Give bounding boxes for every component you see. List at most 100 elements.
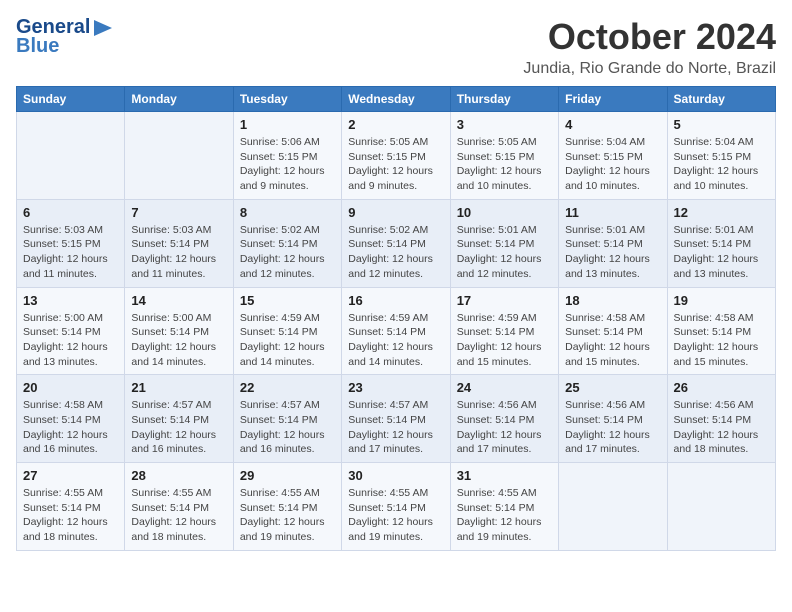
location-title: Jundia, Rio Grande do Norte, Brazil — [523, 60, 776, 78]
day-number: 10 — [457, 205, 552, 220]
calendar-week-row: 20 Sunrise: 4:58 AMSunset: 5:14 PMDayligh… — [17, 375, 776, 463]
calendar-cell: 11 Sunrise: 5:01 AMSunset: 5:14 PMDayligh… — [559, 199, 667, 287]
calendar-cell: 8Sunrise: 5:02 AMSunset: 5:14 PMDaylight… — [233, 199, 341, 287]
day-number: 22 — [240, 380, 335, 395]
day-info: Sunrise: 4:57 AMSunset: 5:14 PMDaylight:… — [131, 398, 226, 457]
day-number: 14 — [131, 293, 226, 308]
logo: General Blue — [16, 16, 114, 58]
day-info: Sunrise: 4:57 AMSunset: 5:14 PMDaylight:… — [240, 398, 335, 457]
day-number: 21 — [131, 380, 226, 395]
day-info: Sunrise: 4:59 AMSunset: 5:14 PMDaylight:… — [457, 311, 552, 370]
day-info: Sunrise: 4:55 AMSunset: 5:14 PMDaylight:… — [457, 486, 552, 545]
day-info: Sunrise: 4:56 AMSunset: 5:14 PMDaylight:… — [457, 398, 552, 457]
day-number: 23 — [348, 380, 443, 395]
day-number: 31 — [457, 468, 552, 483]
weekday-header: Saturday — [667, 87, 775, 112]
calendar-cell: 15 Sunrise: 4:59 AMSunset: 5:14 PMDayligh… — [233, 287, 341, 375]
weekday-header: Thursday — [450, 87, 558, 112]
calendar-cell: 5Sunrise: 5:04 AMSunset: 5:15 PMDaylight… — [667, 112, 775, 200]
calendar-cell: 28 Sunrise: 4:55 AMSunset: 5:14 PMDayligh… — [125, 463, 233, 551]
calendar-cell: 30 Sunrise: 4:55 AMSunset: 5:14 PMDayligh… — [342, 463, 450, 551]
day-number: 1 — [240, 117, 335, 132]
day-info: Sunrise: 4:59 AMSunset: 5:14 PMDaylight:… — [240, 311, 335, 370]
day-number: 7 — [131, 205, 226, 220]
calendar-table: SundayMondayTuesdayWednesdayThursdayFrid… — [16, 86, 776, 551]
weekday-header: Monday — [125, 87, 233, 112]
calendar-cell: 6 Sunrise: 5:03 AMSunset: 5:15 PMDaylight… — [17, 199, 125, 287]
day-info: Sunrise: 4:56 AMSunset: 5:14 PMDaylight:… — [674, 398, 769, 457]
calendar-week-row: 13 Sunrise: 5:00 AMSunset: 5:14 PMDayligh… — [17, 287, 776, 375]
day-number: 30 — [348, 468, 443, 483]
day-info: Sunrise: 4:58 AMSunset: 5:14 PMDaylight:… — [23, 398, 118, 457]
calendar-cell: 25 Sunrise: 4:56 AMSunset: 5:14 PMDayligh… — [559, 375, 667, 463]
page-header: General Blue October 2024 Jundia, Rio Gr… — [16, 16, 776, 78]
day-number: 9 — [348, 205, 443, 220]
weekday-header: Tuesday — [233, 87, 341, 112]
day-info: Sunrise: 4:55 AMSunset: 5:14 PMDaylight:… — [348, 486, 443, 545]
day-number: 15 — [240, 293, 335, 308]
day-info: Sunrise: 5:05 AMSunset: 5:15 PMDaylight:… — [348, 135, 443, 194]
day-number: 28 — [131, 468, 226, 483]
calendar-cell: 13 Sunrise: 5:00 AMSunset: 5:14 PMDayligh… — [17, 287, 125, 375]
calendar-cell: 29Sunrise: 4:55 AMSunset: 5:14 PMDayligh… — [233, 463, 341, 551]
weekday-header-row: SundayMondayTuesdayWednesdayThursdayFrid… — [17, 87, 776, 112]
day-info: Sunrise: 4:55 AMSunset: 5:14 PMDaylight:… — [240, 486, 335, 545]
calendar-cell: 22 Sunrise: 4:57 AMSunset: 5:14 PMDayligh… — [233, 375, 341, 463]
day-info: Sunrise: 4:56 AMSunset: 5:14 PMDaylight:… — [565, 398, 660, 457]
day-number: 12 — [674, 205, 769, 220]
calendar-cell: 31 Sunrise: 4:55 AMSunset: 5:14 PMDayligh… — [450, 463, 558, 551]
calendar-cell: 21 Sunrise: 4:57 AMSunset: 5:14 PMDayligh… — [125, 375, 233, 463]
weekday-header: Sunday — [17, 87, 125, 112]
day-info: Sunrise: 5:01 AMSunset: 5:14 PMDaylight:… — [674, 223, 769, 282]
calendar-cell: 27 Sunrise: 4:55 AMSunset: 5:14 PMDayligh… — [17, 463, 125, 551]
day-info: Sunrise: 4:58 AMSunset: 5:14 PMDaylight:… — [674, 311, 769, 370]
day-info: Sunrise: 5:01 AMSunset: 5:14 PMDaylight:… — [565, 223, 660, 282]
calendar-cell: 23Sunrise: 4:57 AMSunset: 5:14 PMDayligh… — [342, 375, 450, 463]
day-number: 27 — [23, 468, 118, 483]
calendar-cell: 16Sunrise: 4:59 AMSunset: 5:14 PMDayligh… — [342, 287, 450, 375]
day-number: 26 — [674, 380, 769, 395]
calendar-cell: 10Sunrise: 5:01 AMSunset: 5:14 PMDayligh… — [450, 199, 558, 287]
calendar-cell: 4Sunrise: 5:04 AMSunset: 5:15 PMDaylight… — [559, 112, 667, 200]
day-info: Sunrise: 5:03 AMSunset: 5:15 PMDaylight:… — [23, 223, 118, 282]
day-number: 11 — [565, 205, 660, 220]
day-info: Sunrise: 4:55 AMSunset: 5:14 PMDaylight:… — [23, 486, 118, 545]
day-info: Sunrise: 5:06 AMSunset: 5:15 PMDaylight:… — [240, 135, 335, 194]
day-number: 25 — [565, 380, 660, 395]
calendar-cell: 18Sunrise: 4:58 AMSunset: 5:14 PMDayligh… — [559, 287, 667, 375]
day-info: Sunrise: 4:58 AMSunset: 5:14 PMDaylight:… — [565, 311, 660, 370]
day-number: 16 — [348, 293, 443, 308]
calendar-cell — [559, 463, 667, 551]
day-number: 19 — [674, 293, 769, 308]
day-info: Sunrise: 5:00 AMSunset: 5:14 PMDaylight:… — [131, 311, 226, 370]
day-number: 17 — [457, 293, 552, 308]
day-number: 24 — [457, 380, 552, 395]
month-title: October 2024 — [523, 16, 776, 58]
calendar-cell — [667, 463, 775, 551]
day-number: 20 — [23, 380, 118, 395]
calendar-cell: 7Sunrise: 5:03 AMSunset: 5:14 PMDaylight… — [125, 199, 233, 287]
calendar-week-row: 1 Sunrise: 5:06 AMSunset: 5:15 PMDaylight… — [17, 112, 776, 200]
calendar-cell: 9 Sunrise: 5:02 AMSunset: 5:14 PMDaylight… — [342, 199, 450, 287]
day-number: 4 — [565, 117, 660, 132]
weekday-header: Friday — [559, 87, 667, 112]
day-info: Sunrise: 5:00 AMSunset: 5:14 PMDaylight:… — [23, 311, 118, 370]
day-number: 2 — [348, 117, 443, 132]
title-area: October 2024 Jundia, Rio Grande do Norte… — [523, 16, 776, 78]
day-number: 3 — [457, 117, 552, 132]
calendar-cell: 19 Sunrise: 4:58 AMSunset: 5:14 PMDayligh… — [667, 287, 775, 375]
calendar-week-row: 6 Sunrise: 5:03 AMSunset: 5:15 PMDaylight… — [17, 199, 776, 287]
day-info: Sunrise: 4:55 AMSunset: 5:14 PMDaylight:… — [131, 486, 226, 545]
calendar-cell: 26 Sunrise: 4:56 AMSunset: 5:14 PMDayligh… — [667, 375, 775, 463]
day-number: 13 — [23, 293, 118, 308]
calendar-cell: 2 Sunrise: 5:05 AMSunset: 5:15 PMDaylight… — [342, 112, 450, 200]
calendar-cell — [17, 112, 125, 200]
calendar-cell: 20 Sunrise: 4:58 AMSunset: 5:14 PMDayligh… — [17, 375, 125, 463]
calendar-cell: 1 Sunrise: 5:06 AMSunset: 5:15 PMDaylight… — [233, 112, 341, 200]
day-info: Sunrise: 5:05 AMSunset: 5:15 PMDaylight:… — [457, 135, 552, 194]
weekday-header: Wednesday — [342, 87, 450, 112]
calendar-cell: 14 Sunrise: 5:00 AMSunset: 5:14 PMDayligh… — [125, 287, 233, 375]
day-number: 6 — [23, 205, 118, 220]
day-number: 5 — [674, 117, 769, 132]
day-info: Sunrise: 5:02 AMSunset: 5:14 PMDaylight:… — [348, 223, 443, 282]
